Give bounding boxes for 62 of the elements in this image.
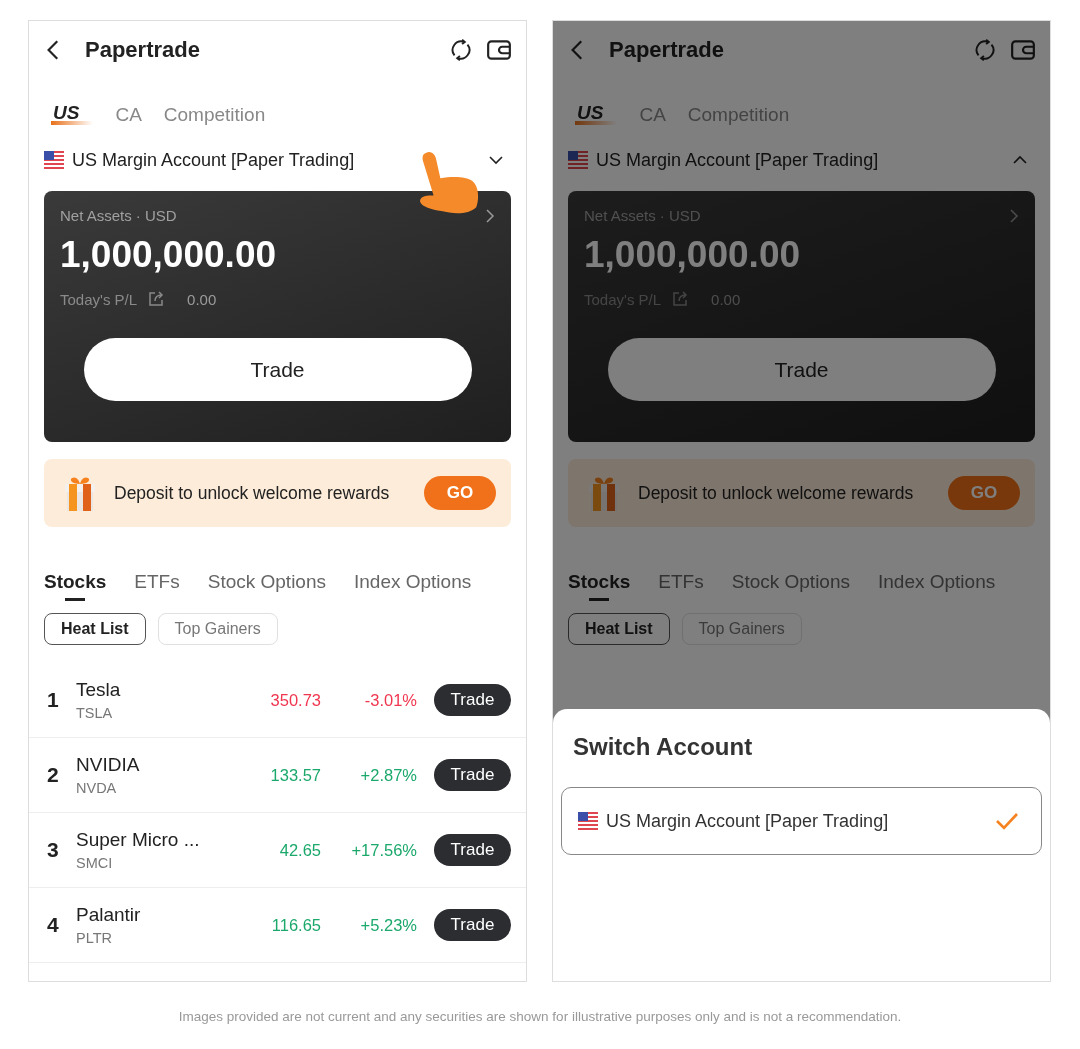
sheet-title: Switch Account: [572, 733, 754, 761]
stock-symbol: PLTR: [76, 930, 113, 946]
chevron-right-icon[interactable]: [485, 207, 495, 224]
wallet-icon[interactable]: [486, 37, 512, 63]
trade-button[interactable]: Trade: [434, 834, 511, 866]
trade-button[interactable]: Trade: [434, 759, 511, 791]
asset-tab[interactable]: ETFs: [658, 571, 704, 601]
account-name[interactable]: US Margin Account [Paper Trading]: [596, 149, 879, 171]
net-assets-value: 1,000,000.00: [60, 234, 278, 276]
price-change: -3.01%: [363, 690, 417, 710]
trade-button[interactable]: Trade: [434, 909, 511, 941]
net-assets-value: 1,000,000.00: [584, 234, 802, 276]
asset-tab[interactable]: Stock Options: [207, 571, 326, 601]
price-change: +2.87%: [359, 765, 417, 785]
filter-chip[interactable]: Heat List: [568, 613, 670, 645]
stock-price: 116.65: [270, 915, 321, 935]
stock-symbol: TSLA: [76, 705, 114, 721]
go-button[interactable]: GO: [424, 476, 496, 510]
price-change: +17.56%: [350, 840, 417, 860]
stock-price: 350.73: [269, 690, 321, 710]
trade-button[interactable]: Trade: [434, 684, 511, 716]
stock-name[interactable]: Palantir: [76, 904, 231, 926]
share-icon[interactable]: [147, 290, 166, 308]
market-tab[interactable]: CA: [115, 101, 142, 129]
market-tab[interactable]: Competition: [163, 101, 266, 129]
stock-symbol: NVDA: [76, 780, 118, 796]
asset-tab[interactable]: ETFs: [134, 571, 180, 601]
rank-number: 1: [47, 688, 60, 712]
asset-tab[interactable]: Stock Options: [731, 571, 850, 601]
chevron-down-icon[interactable]: [488, 155, 504, 165]
trade-button[interactable]: Trade: [83, 338, 472, 401]
rank-number: 3: [47, 838, 60, 862]
net-assets-label: Net Assets · USD: [60, 207, 177, 224]
us-flag-icon: [578, 812, 598, 830]
us-flag-icon: [44, 151, 64, 169]
promo-text: Deposit to unlock welcome rewards: [114, 482, 391, 504]
promo-text: Deposit to unlock welcome rewards: [638, 482, 915, 504]
screen-title: Papertrade: [85, 37, 200, 63]
asset-tab[interactable]: Index Options: [878, 571, 996, 601]
rank-number: 2: [47, 763, 60, 787]
stock-name[interactable]: NVIDIA: [76, 754, 231, 776]
rank-number: 4: [47, 913, 60, 937]
asset-tab[interactable]: Index Options: [354, 571, 472, 601]
us-flag-icon: [568, 151, 588, 169]
filter-chip[interactable]: Heat List: [44, 613, 146, 645]
trade-button[interactable]: Trade: [607, 338, 996, 401]
refresh-icon[interactable]: [448, 37, 474, 63]
pl-value: 0.00: [187, 290, 217, 308]
stock-symbol: SMCI: [76, 855, 114, 871]
stock-price: 42.65: [278, 840, 321, 860]
price-change: +5.23%: [359, 915, 417, 935]
account-name[interactable]: US Margin Account [Paper Trading]: [72, 149, 355, 171]
stock-name[interactable]: Tesla: [76, 679, 231, 701]
checkmark-icon: [995, 812, 1019, 830]
account-option[interactable]: US Margin Account [Paper Trading]: [561, 787, 1042, 855]
filter-chip[interactable]: Top Gainers: [157, 613, 278, 645]
pl-label: Today's P/L: [60, 290, 138, 308]
chevron-up-icon[interactable]: [1012, 155, 1028, 165]
stock-name[interactable]: Super Micro ...: [76, 829, 231, 851]
screen-title: Papertrade: [609, 37, 724, 63]
disclaimer-text: Images provided are not current and any securities are shown for illustrative purposes only and is not a recommendation.: [177, 1009, 903, 1024]
stock-price: 133.57: [269, 765, 321, 785]
